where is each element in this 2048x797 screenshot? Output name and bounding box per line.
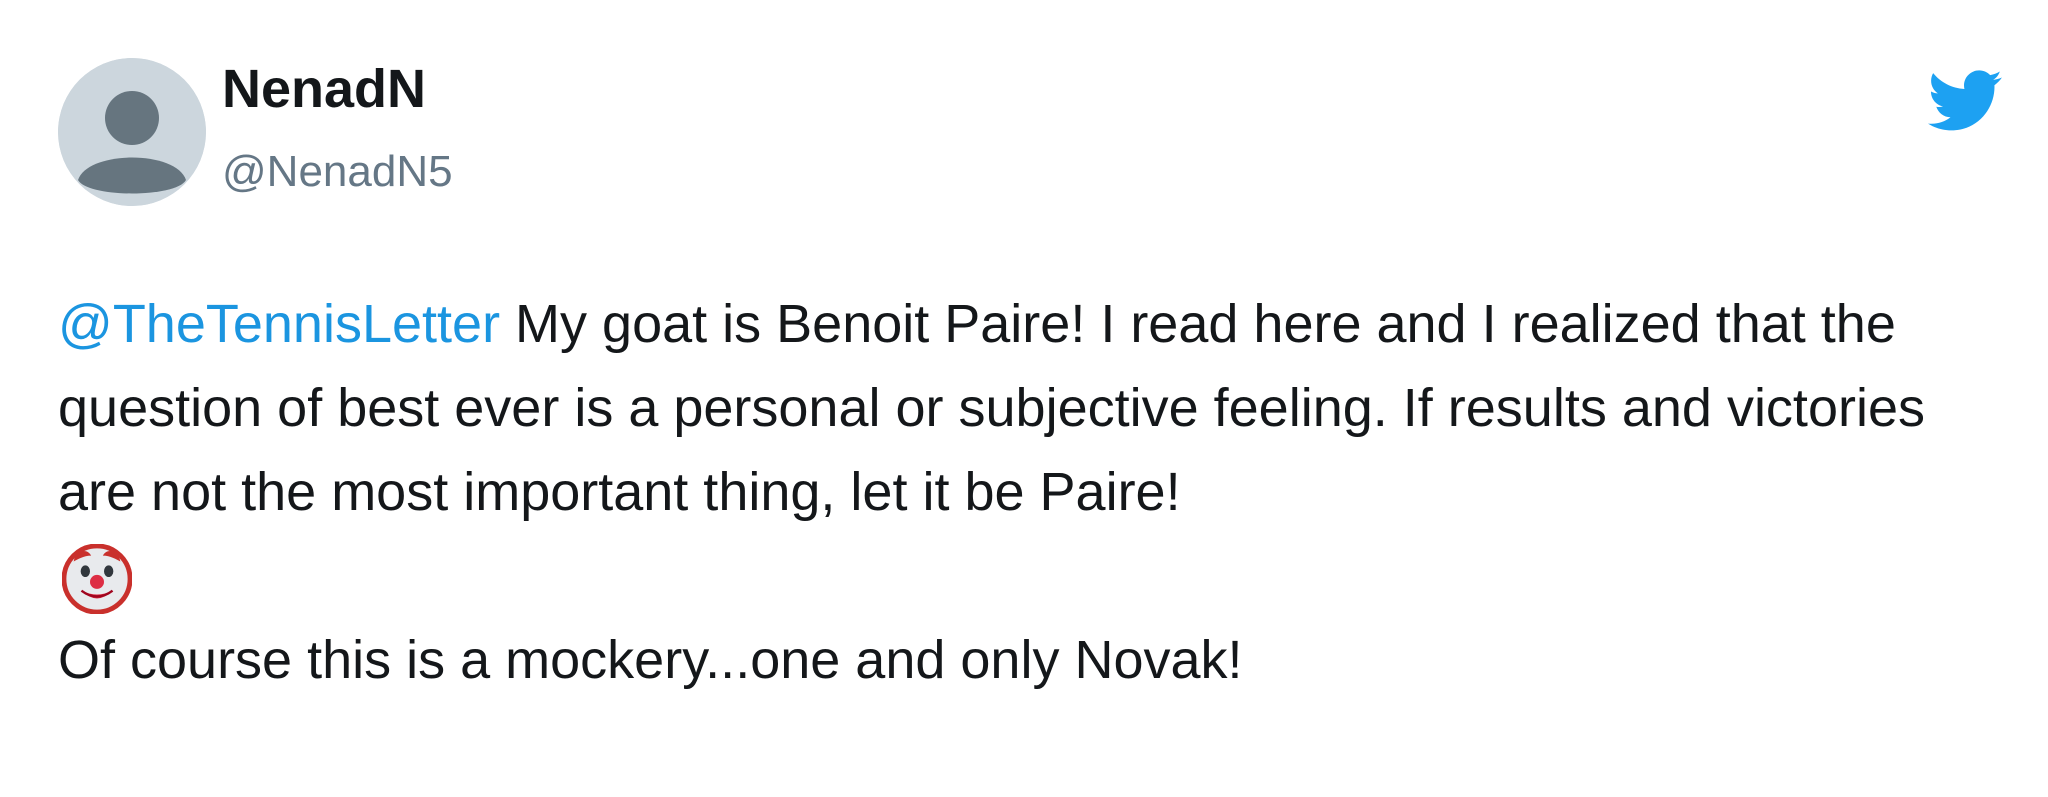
tweet-text: @TheTennisLetter My goat is Benoit Paire… [58, 282, 2018, 702]
twitter-bird-icon[interactable] [1928, 70, 2002, 132]
emoji-line [58, 534, 2018, 618]
tweet-card: NenadN @NenadN5 @TheTennisLetter My goat… [0, 0, 2048, 797]
avatar[interactable] [58, 58, 206, 206]
display-name[interactable]: NenadN [222, 62, 426, 116]
mention-link[interactable]: @TheTennisLetter [58, 294, 500, 354]
clown-face-emoji-icon [62, 544, 132, 614]
user-handle[interactable]: @NenadN5 [222, 150, 453, 194]
default-profile-avatar-icon [58, 58, 206, 206]
tweet-paragraph: @TheTennisLetter My goat is Benoit Paire… [58, 282, 2018, 534]
tweet-paragraph: Of course this is a mockery...one and on… [58, 630, 1243, 690]
